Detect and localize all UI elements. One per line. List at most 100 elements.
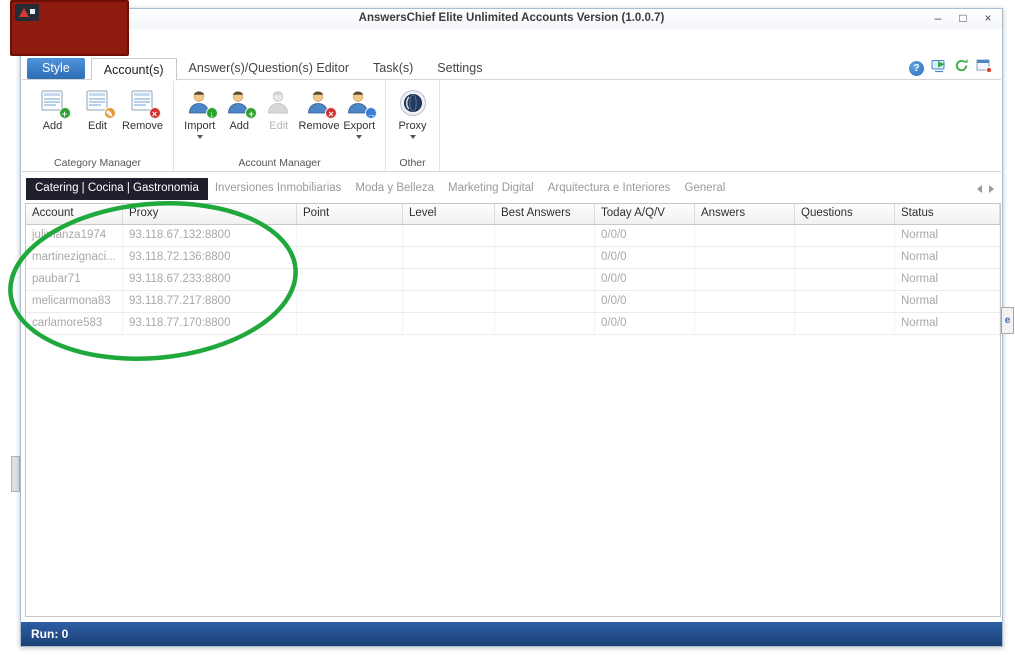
cell-level bbox=[403, 291, 495, 312]
scroll-left-icon[interactable] bbox=[977, 185, 982, 193]
cell-proxy: 93.118.67.233:8800 bbox=[123, 269, 297, 290]
ribbon-content: + Add ✎ Edit × Remove Category Manager bbox=[22, 79, 1001, 172]
category-tab-general[interactable]: General bbox=[677, 178, 732, 200]
category-edit-button[interactable]: ✎ Edit bbox=[75, 86, 120, 132]
cell-today-aqv: 0/0/0 bbox=[595, 225, 695, 246]
column-header-today-aqv[interactable]: Today A/Q/V bbox=[595, 204, 695, 224]
cell-proxy: 93.118.77.170:8800 bbox=[123, 313, 297, 334]
tab-style[interactable]: Style bbox=[27, 58, 85, 79]
dropdown-arrow-icon bbox=[410, 135, 416, 139]
column-header-status[interactable]: Status bbox=[895, 204, 1000, 224]
person-add-icon: + bbox=[225, 89, 253, 117]
column-header-proxy[interactable]: Proxy bbox=[123, 204, 297, 224]
cell-best-answers bbox=[495, 225, 595, 246]
column-header-questions[interactable]: Questions bbox=[795, 204, 895, 224]
cell-status: Normal bbox=[895, 247, 1000, 268]
cell-level bbox=[403, 225, 495, 246]
cell-point bbox=[297, 291, 403, 312]
table-row[interactable]: melicarmona83 93.118.77.217:8800 0/0/0 N… bbox=[26, 291, 1000, 313]
account-import-button[interactable]: ↓ Import bbox=[180, 86, 220, 139]
export-arrow-badge-icon: → bbox=[365, 107, 377, 119]
close-button[interactable]: × bbox=[980, 11, 996, 26]
table-row[interactable]: martinezignaci... 93.118.72.136:8800 0/0… bbox=[26, 247, 1000, 269]
cell-best-answers bbox=[495, 247, 595, 268]
scroll-right-icon[interactable] bbox=[989, 185, 994, 193]
category-tab-arquitectura[interactable]: Arquitectura e Interiores bbox=[541, 178, 678, 200]
cross-badge-icon: × bbox=[149, 107, 161, 119]
table-row[interactable]: carlamore583 93.118.77.170:8800 0/0/0 No… bbox=[26, 313, 1000, 335]
cell-answers bbox=[695, 291, 795, 312]
column-header-level[interactable]: Level bbox=[403, 204, 495, 224]
cell-level bbox=[403, 269, 495, 290]
category-tab-marketing[interactable]: Marketing Digital bbox=[441, 178, 541, 200]
cell-today-aqv: 0/0/0 bbox=[595, 291, 695, 312]
category-add-button[interactable]: + Add bbox=[30, 86, 75, 132]
cell-status: Normal bbox=[895, 225, 1000, 246]
cell-questions bbox=[795, 313, 895, 334]
person-remove-icon: × bbox=[305, 89, 333, 117]
table-row[interactable]: paubar71 93.118.67.233:8800 0/0/0 Normal bbox=[26, 269, 1000, 291]
cell-level bbox=[403, 313, 495, 334]
run-counter: Run: 0 bbox=[31, 627, 68, 641]
cell-today-aqv: 0/0/0 bbox=[595, 247, 695, 268]
cell-answers bbox=[695, 247, 795, 268]
support-icon[interactable] bbox=[931, 58, 947, 78]
table-row[interactable]: julimanza1974 93.118.67.132:8800 0/0/0 N… bbox=[26, 225, 1000, 247]
tab-tasks[interactable]: Task(s) bbox=[361, 57, 425, 80]
side-panel-handle[interactable]: e bbox=[1001, 307, 1014, 334]
tab-answers-questions-editor[interactable]: Answer(s)/Question(s) Editor bbox=[177, 57, 361, 80]
notification-icon[interactable] bbox=[976, 58, 992, 78]
account-remove-button[interactable]: × Remove bbox=[299, 86, 340, 132]
maximize-button[interactable]: □ bbox=[955, 11, 971, 26]
cell-best-answers bbox=[495, 269, 595, 290]
account-add-button[interactable]: + Add bbox=[220, 86, 260, 132]
tab-settings[interactable]: Settings bbox=[425, 57, 494, 80]
category-tab-moda[interactable]: Moda y Belleza bbox=[348, 178, 441, 200]
category-remove-button[interactable]: × Remove bbox=[120, 86, 165, 132]
person-import-icon: ↓ bbox=[186, 89, 214, 117]
cell-account: martinezignaci... bbox=[26, 247, 123, 268]
cell-level bbox=[403, 247, 495, 268]
column-header-point[interactable]: Point bbox=[297, 204, 403, 224]
help-icon[interactable]: ? bbox=[909, 61, 924, 76]
refresh-icon[interactable] bbox=[954, 58, 969, 78]
category-tab-catering[interactable]: Catering | Cocina | Gastronomia bbox=[26, 178, 208, 200]
minimize-button[interactable]: – bbox=[930, 11, 946, 26]
cross-badge-icon: × bbox=[325, 107, 337, 119]
tab-accounts[interactable]: Account(s) bbox=[91, 58, 177, 81]
category-tab-inversiones[interactable]: Inversiones Inmobiliarias bbox=[208, 178, 349, 200]
button-label: Proxy bbox=[398, 120, 426, 132]
account-export-button[interactable]: → Export bbox=[339, 86, 379, 139]
button-label: Export bbox=[343, 120, 375, 132]
cell-point bbox=[297, 247, 403, 268]
proxy-button[interactable]: Proxy bbox=[392, 86, 433, 139]
redaction-block bbox=[10, 0, 129, 56]
button-label: Import bbox=[184, 120, 215, 132]
cell-answers bbox=[695, 225, 795, 246]
account-edit-button[interactable]: Edit bbox=[259, 86, 299, 132]
cell-today-aqv: 0/0/0 bbox=[595, 313, 695, 334]
pencil-badge-icon: ✎ bbox=[104, 107, 116, 119]
cell-account: paubar71 bbox=[26, 269, 123, 290]
column-header-best-answers[interactable]: Best Answers bbox=[495, 204, 595, 224]
window-title: AnswersChief Elite Unlimited Accounts Ve… bbox=[21, 12, 1002, 24]
cell-proxy: 93.118.67.132:8800 bbox=[123, 225, 297, 246]
app-window: AnswersChief Elite Unlimited Accounts Ve… bbox=[20, 8, 1003, 647]
cell-point bbox=[297, 225, 403, 246]
cell-questions bbox=[795, 225, 895, 246]
column-header-account[interactable]: Account bbox=[26, 204, 123, 224]
cell-status: Normal bbox=[895, 291, 1000, 312]
group-account-manager: ↓ Import + Add Edit bbox=[174, 80, 386, 171]
title-bar[interactable]: AnswersChief Elite Unlimited Accounts Ve… bbox=[21, 9, 1002, 29]
ribbon-tab-bar: Style Account(s) Answer(s)/Question(s) E… bbox=[27, 55, 872, 80]
button-label: Add bbox=[43, 120, 63, 132]
side-panel-handle-label: e bbox=[1005, 315, 1011, 326]
group-label-account-manager: Account Manager bbox=[174, 157, 385, 169]
cell-account: carlamore583 bbox=[26, 313, 123, 334]
cell-status: Normal bbox=[895, 269, 1000, 290]
cell-point bbox=[297, 313, 403, 334]
group-label-category-manager: Category Manager bbox=[22, 157, 173, 169]
column-header-answers[interactable]: Answers bbox=[695, 204, 795, 224]
background-window-fragment bbox=[11, 456, 20, 492]
dropdown-arrow-icon bbox=[356, 135, 362, 139]
